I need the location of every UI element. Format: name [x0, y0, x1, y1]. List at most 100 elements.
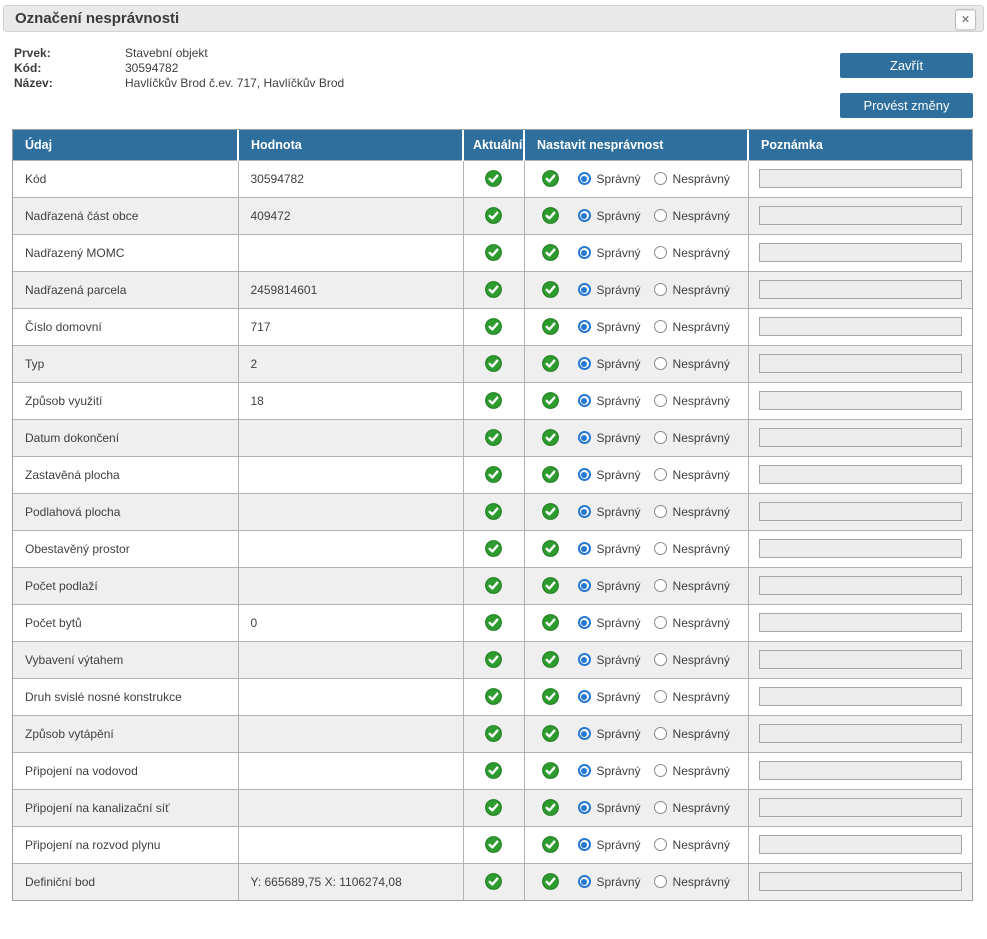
note-input[interactable]: [759, 798, 963, 817]
radio-incorrect[interactable]: [654, 468, 667, 481]
radio-incorrect[interactable]: [654, 320, 667, 333]
radio-correct[interactable]: [578, 579, 591, 592]
radio-correct[interactable]: [578, 653, 591, 666]
row-value: Y: 665689,75 X: 1106274,08: [238, 863, 463, 900]
radio-correct[interactable]: [578, 357, 591, 370]
radio-incorrect[interactable]: [654, 542, 667, 555]
radio-correct[interactable]: [578, 320, 591, 333]
radio-label-incorrect: Nesprávný: [673, 616, 730, 630]
close-icon[interactable]: ×: [955, 9, 976, 30]
row-current-cell: [463, 567, 524, 604]
status-ok-icon: [542, 688, 559, 705]
note-input[interactable]: [759, 613, 963, 632]
row-set-cell: Správný Nesprávný: [524, 345, 748, 382]
radio-correct[interactable]: [578, 283, 591, 296]
radio-correct[interactable]: [578, 875, 591, 888]
row-current-cell: [463, 456, 524, 493]
column-header-udaj: Údaj: [13, 130, 238, 160]
note-input[interactable]: [759, 724, 963, 743]
note-input[interactable]: [759, 465, 963, 484]
radio-incorrect[interactable]: [654, 616, 667, 629]
status-ok-icon: [542, 836, 559, 853]
status-ok-icon: [485, 170, 502, 187]
radio-correct[interactable]: [578, 172, 591, 185]
row-label: Nadřazená část obce: [13, 197, 238, 234]
row-label: Číslo domovní: [13, 308, 238, 345]
row-value: [238, 456, 463, 493]
table-row: Vybavení výtahem Správný: [13, 641, 972, 678]
radio-incorrect[interactable]: [654, 394, 667, 407]
note-input[interactable]: [759, 835, 963, 854]
note-input[interactable]: [759, 206, 963, 225]
radio-incorrect[interactable]: [654, 801, 667, 814]
row-note-cell: [748, 197, 972, 234]
radio-label-incorrect: Nesprávný: [673, 431, 730, 445]
note-input[interactable]: [759, 687, 963, 706]
radio-incorrect[interactable]: [654, 505, 667, 518]
status-ok-icon: [542, 503, 559, 520]
radio-correct[interactable]: [578, 727, 591, 740]
radio-label-incorrect: Nesprávný: [673, 468, 730, 482]
radio-incorrect[interactable]: [654, 579, 667, 592]
radio-incorrect[interactable]: [654, 246, 667, 259]
radio-incorrect[interactable]: [654, 431, 667, 444]
row-current-cell: [463, 308, 524, 345]
radio-correct[interactable]: [578, 764, 591, 777]
radio-label-incorrect: Nesprávný: [673, 394, 730, 408]
radio-incorrect[interactable]: [654, 690, 667, 703]
row-label: Druh svislé nosné konstrukce: [13, 678, 238, 715]
row-current-cell: [463, 604, 524, 641]
radio-incorrect[interactable]: [654, 764, 667, 777]
radio-correct[interactable]: [578, 246, 591, 259]
note-input[interactable]: [759, 280, 963, 299]
note-input[interactable]: [759, 576, 963, 595]
radio-incorrect[interactable]: [654, 875, 667, 888]
radio-correct[interactable]: [578, 616, 591, 629]
note-input[interactable]: [759, 539, 963, 558]
radio-incorrect[interactable]: [654, 838, 667, 851]
row-note-cell: [748, 715, 972, 752]
radio-label-incorrect: Nesprávný: [673, 246, 730, 260]
row-value: 717: [238, 308, 463, 345]
status-ok-icon: [485, 688, 502, 705]
table-row: Počet podlaží Správný: [13, 567, 972, 604]
radio-incorrect[interactable]: [654, 653, 667, 666]
row-value: [238, 826, 463, 863]
note-input[interactable]: [759, 354, 963, 373]
radio-incorrect[interactable]: [654, 172, 667, 185]
note-input[interactable]: [759, 761, 963, 780]
note-input[interactable]: [759, 502, 963, 521]
radio-correct[interactable]: [578, 838, 591, 851]
note-input[interactable]: [759, 428, 963, 447]
radio-correct[interactable]: [578, 431, 591, 444]
row-set-cell: Správný Nesprávný: [524, 308, 748, 345]
apply-changes-button[interactable]: Provést změny: [840, 93, 973, 118]
radio-correct[interactable]: [578, 468, 591, 481]
radio-incorrect[interactable]: [654, 357, 667, 370]
table-body: Kód 30594782 Správný: [13, 160, 972, 900]
note-input[interactable]: [759, 169, 963, 188]
radio-correct[interactable]: [578, 542, 591, 555]
radio-incorrect[interactable]: [654, 283, 667, 296]
note-input[interactable]: [759, 317, 963, 336]
radio-correct[interactable]: [578, 690, 591, 703]
note-input[interactable]: [759, 872, 963, 891]
table-row: Nadřazená parcela 2459814601 Správný: [13, 271, 972, 308]
radio-label-correct: Správný: [597, 838, 641, 852]
radio-incorrect[interactable]: [654, 209, 667, 222]
radio-correct[interactable]: [578, 801, 591, 814]
radio-incorrect[interactable]: [654, 727, 667, 740]
note-input[interactable]: [759, 391, 963, 410]
row-label: Typ: [13, 345, 238, 382]
radio-correct[interactable]: [578, 209, 591, 222]
note-input[interactable]: [759, 243, 963, 262]
table-row: Připojení na kanalizační síť Správný: [13, 789, 972, 826]
row-value: 0: [238, 604, 463, 641]
table-row: Typ 2 Správný Nesprá: [13, 345, 972, 382]
close-button[interactable]: Zavřít: [840, 53, 973, 78]
radio-label-correct: Správný: [597, 283, 641, 297]
radio-correct[interactable]: [578, 394, 591, 407]
note-input[interactable]: [759, 650, 963, 669]
radio-correct[interactable]: [578, 505, 591, 518]
status-ok-icon: [485, 873, 502, 890]
